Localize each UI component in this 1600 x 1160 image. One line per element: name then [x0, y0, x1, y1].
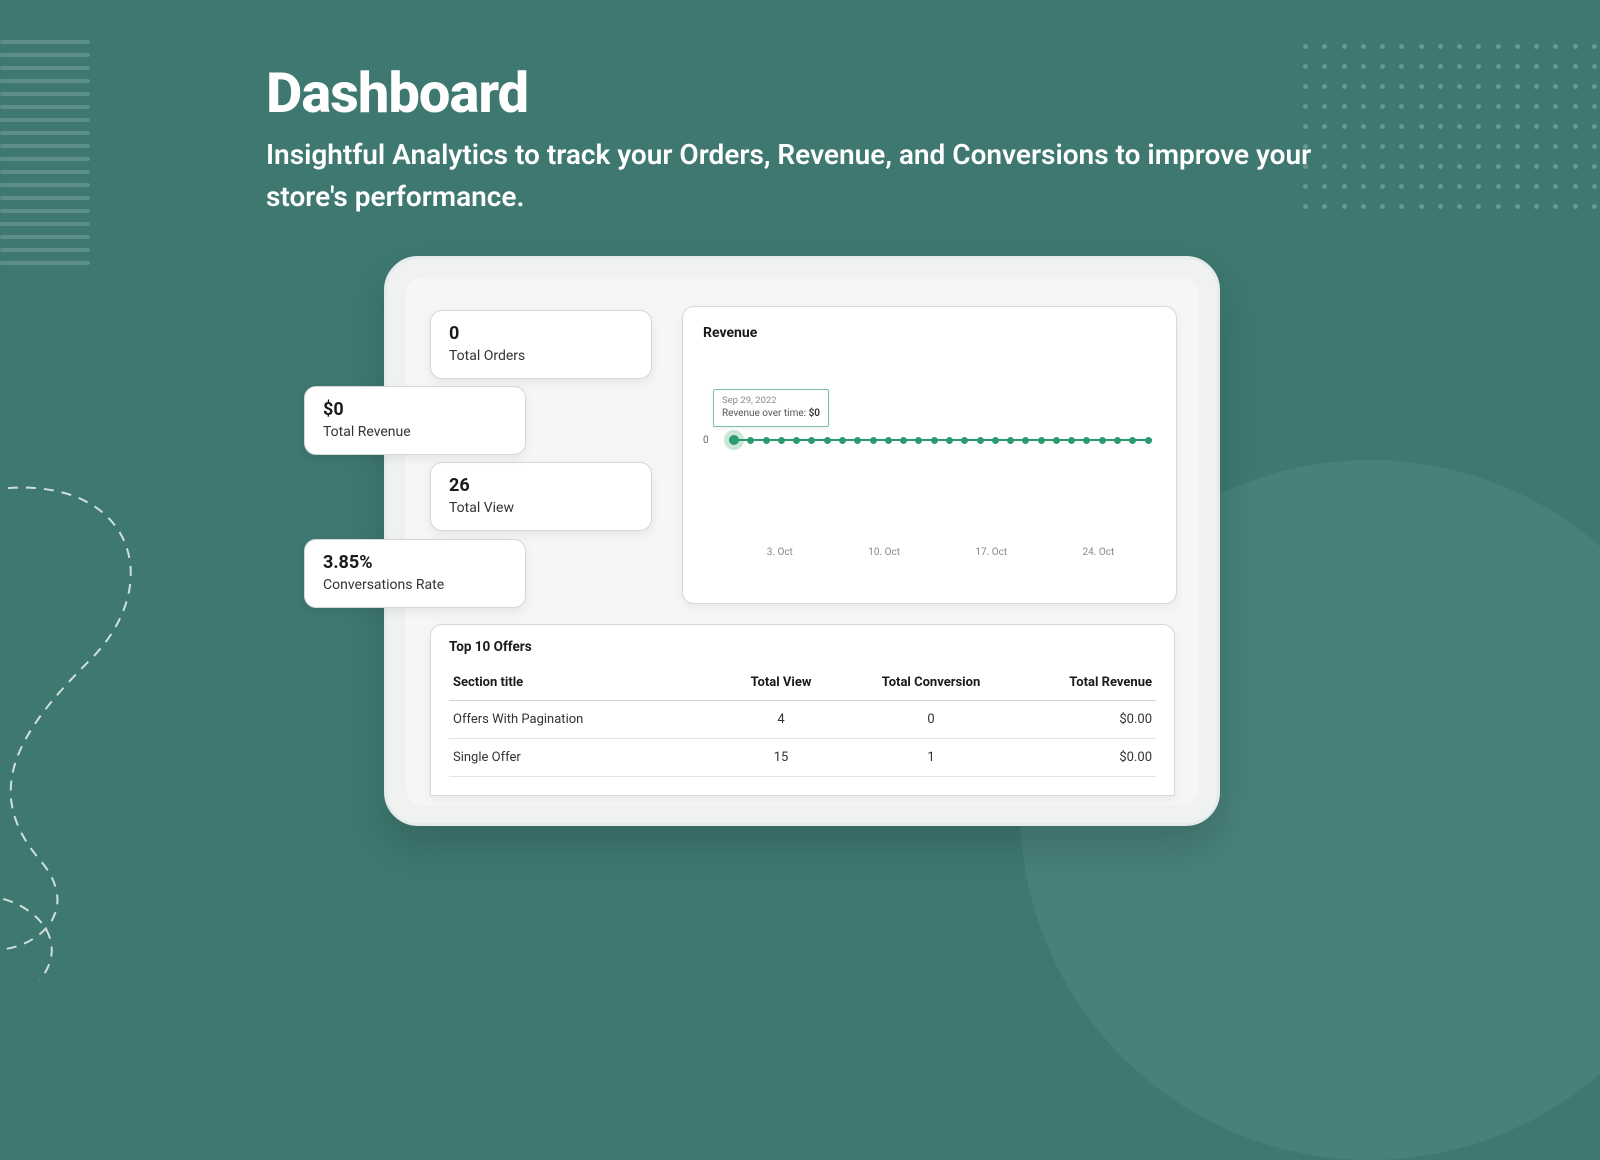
- chart-plot-area[interactable]: 0 3. Oct 10. Oct 17. Oct 24. Oct: [703, 411, 1156, 571]
- table-header-row: Section title Total View Total Conversio…: [449, 667, 1156, 701]
- col-total-revenue[interactable]: Total Revenue: [1006, 667, 1156, 701]
- stat-card-total-view: 26 Total View: [430, 462, 652, 531]
- cell-rev: $0.00: [1006, 739, 1156, 777]
- revenue-chart-card: Revenue Sep 29, 2022 Revenue over time: …: [682, 306, 1177, 604]
- y-axis-zero-label: 0: [703, 435, 709, 446]
- tooltip-date: Sep 29, 2022: [722, 394, 820, 407]
- stat-card-conversion-rate: 3.85% Conversations Rate: [304, 539, 526, 608]
- stat-value: 26: [449, 475, 633, 496]
- col-total-conversion[interactable]: Total Conversion: [856, 667, 1006, 701]
- cell-title: Single Offer: [449, 739, 706, 777]
- stat-card-total-revenue: $0 Total Revenue: [304, 386, 526, 455]
- chart-data-points: [729, 434, 1152, 446]
- stat-label: Conversations Rate: [323, 577, 507, 593]
- page-title: Dashboard: [266, 60, 528, 126]
- col-section-title[interactable]: Section title: [449, 667, 706, 701]
- x-tick: 24. Oct: [1083, 547, 1115, 558]
- x-tick: 3. Oct: [767, 547, 793, 558]
- stat-card-total-orders: 0 Total Orders: [430, 310, 652, 379]
- cell-rev: $0.00: [1006, 701, 1156, 739]
- stat-label: Total Orders: [449, 348, 633, 364]
- table-title: Top 10 Offers: [449, 639, 1156, 655]
- stat-value: $0: [323, 399, 507, 420]
- decorative-dots: [1300, 40, 1600, 210]
- page-subtitle: Insightful Analytics to track your Order…: [266, 134, 1316, 218]
- cell-view: 15: [706, 739, 856, 777]
- cell-title: Offers With Pagination: [449, 701, 706, 739]
- chart-title: Revenue: [703, 325, 1156, 341]
- table-row[interactable]: Single Offer 15 1 $0.00: [449, 739, 1156, 777]
- col-total-view[interactable]: Total View: [706, 667, 856, 701]
- cell-conv: 1: [856, 739, 1006, 777]
- cell-view: 4: [706, 701, 856, 739]
- x-tick: 17. Oct: [975, 547, 1007, 558]
- top-offers-card: Top 10 Offers Section title Total View T…: [430, 624, 1175, 796]
- decorative-dashed-shape: [0, 460, 250, 980]
- decorative-lines: [0, 40, 90, 280]
- offers-table: Section title Total View Total Conversio…: [449, 667, 1156, 777]
- table-row[interactable]: Offers With Pagination 4 0 $0.00: [449, 701, 1156, 739]
- stat-value: 0: [449, 323, 633, 344]
- stat-label: Total View: [449, 500, 633, 516]
- x-tick: 10. Oct: [868, 547, 900, 558]
- chart-x-axis: 3. Oct 10. Oct 17. Oct 24. Oct: [729, 547, 1152, 558]
- stat-label: Total Revenue: [323, 424, 507, 440]
- stat-value: 3.85%: [323, 552, 507, 573]
- cell-conv: 0: [856, 701, 1006, 739]
